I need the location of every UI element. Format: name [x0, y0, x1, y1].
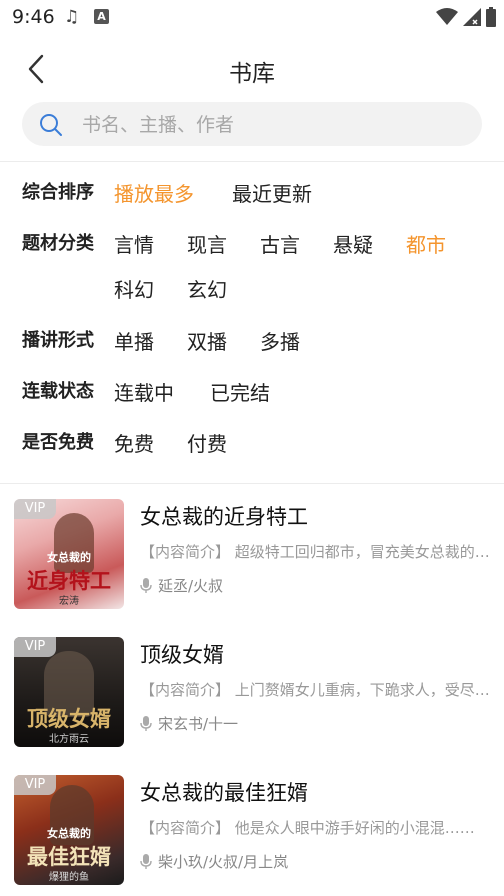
book-list-item[interactable]: VIP 女总裁的 最佳狂婿 爆狸的鱼 女总裁的最佳狂婿 【内容简介】 他是众人眼…: [14, 775, 494, 887]
cover-subtitle: 女总裁的: [47, 827, 91, 840]
filter-option-format[interactable]: 双播: [187, 326, 227, 355]
filter-option-genre-active[interactable]: 都市: [406, 229, 446, 258]
book-authors: 延丞/火叔: [140, 575, 223, 596]
filter-option-genre[interactable]: 古言: [260, 229, 300, 258]
divider: [0, 483, 504, 484]
book-description: 【内容简介】 上门赘婿女儿重病，下跪求人，受尽屈辱……: [140, 681, 492, 699]
filter-label: 是否免费: [22, 432, 94, 453]
vip-badge: VIP: [14, 637, 56, 657]
book-cover: VIP 顶级女婿 北方雨云: [14, 637, 124, 747]
filter-label: 播讲形式: [22, 330, 94, 351]
cover-title: 最佳狂婿: [27, 844, 111, 869]
cover-title: 近身特工: [27, 568, 111, 593]
vip-badge: VIP: [14, 775, 56, 795]
filter-option-format[interactable]: 单播: [114, 326, 154, 355]
wifi-icon: [436, 8, 458, 25]
filter-option-most-played[interactable]: 播放最多: [114, 178, 194, 207]
book-list-item[interactable]: VIP 女总裁的 近身特工 宏涛 女总裁的近身特工 【内容简介】 超级特工回归都…: [14, 499, 494, 611]
book-authors: 宋玄书/十一: [140, 713, 238, 734]
search-bar[interactable]: [22, 102, 482, 146]
cover-author: 宏涛: [59, 596, 79, 607]
a-notification-icon: A: [94, 9, 109, 24]
book-list-item[interactable]: VIP 顶级女婿 北方雨云 顶级女婿 【内容简介】 上门赘婿女儿重病，下跪求人，…: [14, 637, 494, 749]
author-names: 宋玄书/十一: [158, 715, 239, 733]
battery-icon: [486, 7, 496, 27]
microphone-icon: [140, 577, 152, 593]
book-authors: 柴小玖/火叔/月上岚: [140, 851, 288, 872]
microphone-icon: [140, 853, 152, 869]
author-names: 延丞/火叔: [158, 577, 224, 595]
filter-option-status[interactable]: 连载中: [114, 377, 174, 406]
status-bar: 9:46 ♫ A: [0, 0, 504, 34]
search-input[interactable]: [80, 108, 464, 142]
filter-label: 综合排序: [22, 182, 94, 203]
cover-subtitle: 女总裁的: [47, 551, 91, 564]
filter-option-genre[interactable]: 言情: [114, 229, 154, 258]
filter-option-genre[interactable]: 现言: [187, 229, 227, 258]
signal-icon: [463, 8, 481, 26]
search-icon: [40, 114, 62, 136]
page-title: 书库: [229, 61, 275, 87]
book-title: 顶级女婿: [140, 643, 224, 667]
book-cover: VIP 女总裁的 近身特工 宏涛: [14, 499, 124, 609]
microphone-icon: [140, 715, 152, 731]
filter-label: 连载状态: [22, 381, 94, 402]
vip-badge: VIP: [14, 499, 56, 519]
filter-label: 题材分类: [22, 233, 94, 254]
cover-title: 顶级女婿: [27, 706, 111, 731]
status-time: 9:46: [12, 6, 55, 28]
top-nav-bar: 书库: [0, 44, 504, 94]
filter-option-genre[interactable]: 玄幻: [187, 274, 227, 303]
cover-author: 北方雨云: [49, 734, 89, 745]
book-description: 【内容简介】 他是众人眼中游手好闲的小混混……: [140, 819, 475, 837]
book-title: 女总裁的近身特工: [140, 505, 308, 529]
book-cover: VIP 女总裁的 最佳狂婿 爆狸的鱼: [14, 775, 124, 885]
filter-option-free[interactable]: 免费: [114, 428, 154, 457]
music-note-icon: ♫: [64, 7, 80, 27]
filter-option-genre[interactable]: 科幻: [114, 274, 154, 303]
filter-option-format[interactable]: 多播: [260, 326, 300, 355]
book-description: 【内容简介】 超级特工回归都市，冒充美女总裁的未婚夫……: [140, 543, 492, 561]
cover-author: 爆狸的鱼: [49, 872, 89, 883]
filter-option-recent[interactable]: 最近更新: [232, 178, 312, 207]
author-names: 柴小玖/火叔/月上岚: [158, 853, 289, 871]
divider: [0, 161, 504, 162]
filter-option-paid[interactable]: 付费: [187, 428, 227, 457]
filter-option-status[interactable]: 已完结: [210, 377, 270, 406]
book-title: 女总裁的最佳狂婿: [140, 781, 308, 805]
filter-option-genre[interactable]: 悬疑: [333, 229, 373, 258]
